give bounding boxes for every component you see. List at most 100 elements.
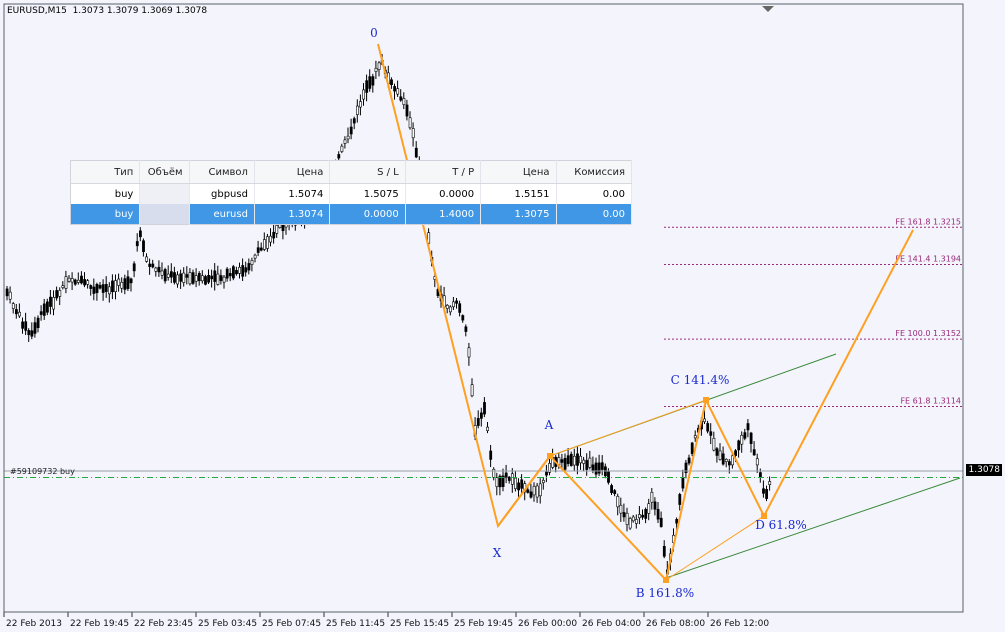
candle-body bbox=[182, 272, 186, 283]
pattern-label-c: C 141.4% bbox=[671, 373, 730, 387]
cell-sl: 1.5075 bbox=[329, 183, 406, 204]
candle-body bbox=[731, 455, 734, 466]
plot-frame bbox=[3, 3, 964, 613]
pattern-bd-leg bbox=[665, 515, 765, 581]
candle-body bbox=[250, 259, 254, 265]
candle-body bbox=[238, 266, 242, 274]
time-tick-label: 22 Feb 2013 bbox=[6, 619, 62, 629]
pattern-point-marker bbox=[547, 453, 553, 459]
candle-body bbox=[95, 283, 99, 293]
candles bbox=[5, 54, 772, 581]
col-current-price[interactable]: Цена bbox=[480, 160, 557, 184]
pattern-point-marker bbox=[703, 397, 709, 403]
fib-level-label: FE 100.0 1.3152 bbox=[895, 329, 961, 338]
candle-body bbox=[368, 76, 372, 89]
candle-body bbox=[228, 273, 232, 277]
candle-body bbox=[520, 479, 524, 489]
candle-body bbox=[566, 455, 570, 464]
col-commission[interactable]: Комиссия bbox=[556, 160, 633, 184]
chart-shift-marker bbox=[762, 6, 774, 12]
candle-body bbox=[610, 485, 614, 493]
candle-body bbox=[727, 461, 731, 466]
candle-body bbox=[560, 459, 564, 463]
candle-body bbox=[129, 278, 133, 284]
time-tick-label: 25 Feb 07:45 bbox=[262, 619, 321, 629]
candle-body bbox=[510, 473, 514, 485]
candle-body bbox=[262, 239, 266, 250]
candle-body bbox=[58, 290, 62, 297]
table-row[interactable]: buy gbpusd 1.5074 1.5075 0.0000 1.5151 0… bbox=[70, 183, 633, 204]
col-symbol[interactable]: Символ bbox=[189, 160, 255, 184]
candle-body bbox=[390, 79, 393, 85]
table-row-selected[interactable]: buy eurusd 1.3074 0.0000 1.4000 1.3075 0… bbox=[70, 204, 633, 225]
candle-body bbox=[244, 267, 248, 273]
time-tick-label: 25 Feb 11:45 bbox=[326, 619, 385, 629]
candle-body bbox=[30, 330, 34, 337]
candle-body bbox=[479, 412, 483, 419]
candle-body bbox=[470, 384, 474, 397]
col-price[interactable]: Цена bbox=[254, 160, 331, 184]
pattern-overlay: 0 A C 141.4% X B 161.8% D 61.8% bbox=[4, 26, 963, 600]
candle-body bbox=[45, 301, 49, 313]
col-volume[interactable]: Объём bbox=[139, 160, 190, 184]
candle-body bbox=[619, 504, 623, 514]
candle-body bbox=[644, 509, 648, 519]
col-type[interactable]: Тип bbox=[70, 160, 141, 184]
candle-body bbox=[194, 275, 198, 282]
candle-body bbox=[445, 304, 449, 309]
candle-body bbox=[275, 225, 279, 234]
cell-tp: 0.0000 bbox=[405, 183, 482, 204]
candle-body bbox=[269, 235, 273, 243]
candle-body bbox=[15, 309, 18, 315]
candle-body bbox=[160, 270, 164, 276]
candle-body bbox=[352, 118, 356, 124]
candle-body bbox=[179, 273, 183, 282]
col-sl[interactable]: S / L bbox=[329, 160, 406, 184]
candle-body bbox=[476, 418, 480, 426]
candle-body bbox=[219, 275, 223, 281]
candle-body bbox=[89, 285, 93, 289]
candle-body bbox=[653, 501, 657, 510]
fib-level-label: FE 61.8 1.3114 bbox=[900, 397, 961, 406]
candle-body bbox=[762, 488, 765, 494]
candle-body bbox=[170, 271, 173, 278]
candle-body bbox=[526, 489, 530, 493]
candle-body bbox=[33, 322, 37, 334]
candle-body bbox=[743, 432, 747, 439]
orders-table: Тип Объём Символ Цена S / L T / P Цена К… bbox=[70, 160, 633, 225]
candle-body bbox=[154, 267, 158, 272]
candle-body bbox=[355, 105, 359, 115]
candle-body bbox=[108, 286, 111, 295]
candle-body bbox=[132, 263, 136, 272]
candle-body bbox=[678, 494, 682, 505]
candle-body bbox=[662, 546, 666, 557]
candle-body bbox=[399, 96, 403, 101]
candle-body bbox=[142, 240, 145, 252]
candle-body bbox=[535, 485, 539, 498]
candle-body bbox=[374, 67, 378, 72]
candle-body bbox=[24, 321, 28, 331]
candle-body bbox=[749, 432, 753, 444]
pattern-point-marker bbox=[663, 577, 669, 583]
candle-body bbox=[21, 321, 25, 329]
cell-current-price: 1.5151 bbox=[480, 183, 557, 204]
candle-body bbox=[594, 462, 598, 475]
pattern-label-x: X bbox=[493, 546, 502, 560]
candle-body bbox=[656, 509, 660, 520]
candle-body bbox=[104, 284, 108, 292]
cell-volume bbox=[139, 183, 190, 204]
cell-symbol: eurusd bbox=[189, 204, 255, 225]
candle-body bbox=[377, 62, 381, 70]
candle-body bbox=[272, 231, 276, 239]
candle-body bbox=[495, 477, 499, 487]
cell-symbol: gbpusd bbox=[189, 183, 255, 204]
col-tp[interactable]: T / P bbox=[405, 160, 482, 184]
candle-body bbox=[396, 88, 400, 95]
price-chart[interactable]: 1.33251.33051.32851.32651.32451.32251.32… bbox=[0, 0, 1005, 632]
candle-body bbox=[517, 482, 521, 491]
time-tick-label: 26 Feb 00:00 bbox=[518, 619, 577, 629]
harmonic-pattern bbox=[377, 43, 914, 583]
cell-commission: 0.00 bbox=[556, 204, 633, 225]
candle-body bbox=[365, 80, 369, 93]
candle-body bbox=[259, 247, 263, 251]
